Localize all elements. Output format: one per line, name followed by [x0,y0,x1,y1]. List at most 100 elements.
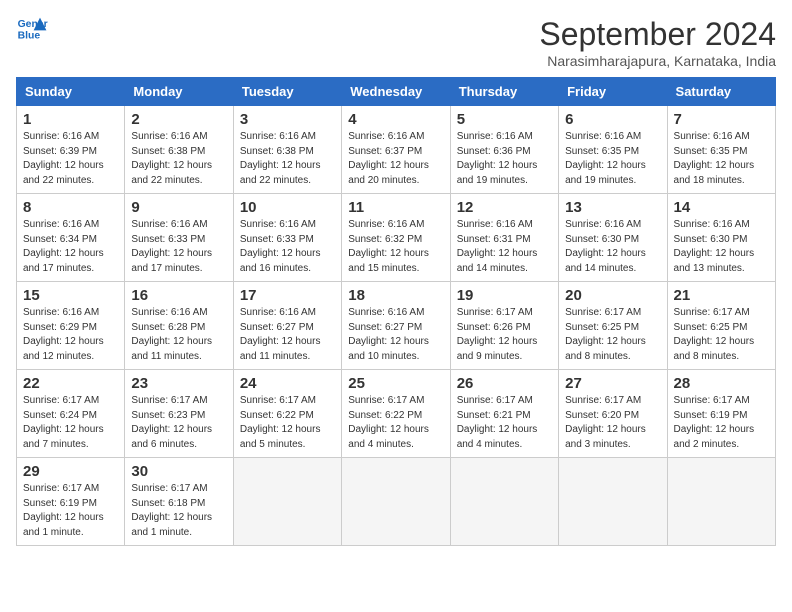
day-number: 5 [457,111,552,128]
sunrise: Sunrise: 6:16 AM [240,219,316,230]
page-header: General Blue September 2024 Narasimharaj… [16,16,776,69]
sunrise: Sunrise: 6:16 AM [131,219,207,230]
day-info: Sunrise: 6:17 AM Sunset: 6:25 PM Dayligh… [565,306,660,364]
day-cell: 29 Sunrise: 6:17 AM Sunset: 6:19 PM Dayl… [17,458,125,546]
day-cell: 30 Sunrise: 6:17 AM Sunset: 6:18 PM Dayl… [125,458,233,546]
day-number: 9 [131,199,226,216]
day-number: 15 [23,287,118,304]
day-number: 2 [131,111,226,128]
sunrise: Sunrise: 6:16 AM [565,131,641,142]
day-cell: 3 Sunrise: 6:16 AM Sunset: 6:38 PM Dayli… [233,106,341,194]
daylight: Daylight: 12 hours and 4 minutes. [348,424,429,450]
sunset: Sunset: 6:37 PM [348,146,422,157]
sunset: Sunset: 6:34 PM [23,234,97,245]
day-number: 21 [674,287,769,304]
daylight: Daylight: 12 hours and 6 minutes. [131,424,212,450]
title-area: September 2024 Narasimharajapura, Karnat… [539,16,776,69]
header-cell-sunday: Sunday [17,78,125,106]
sunset: Sunset: 6:35 PM [565,146,639,157]
daylight: Daylight: 12 hours and 11 minutes. [240,336,321,362]
day-cell: 22 Sunrise: 6:17 AM Sunset: 6:24 PM Dayl… [17,370,125,458]
day-info: Sunrise: 6:16 AM Sunset: 6:33 PM Dayligh… [131,218,226,276]
day-info: Sunrise: 6:16 AM Sunset: 6:27 PM Dayligh… [240,306,335,364]
day-info: Sunrise: 6:16 AM Sunset: 6:35 PM Dayligh… [674,130,769,188]
day-info: Sunrise: 6:17 AM Sunset: 6:24 PM Dayligh… [23,394,118,452]
day-info: Sunrise: 6:17 AM Sunset: 6:19 PM Dayligh… [674,394,769,452]
day-cell: 20 Sunrise: 6:17 AM Sunset: 6:25 PM Dayl… [559,282,667,370]
daylight: Daylight: 12 hours and 22 minutes. [131,160,212,186]
sunrise: Sunrise: 6:17 AM [23,395,99,406]
sunset: Sunset: 6:31 PM [457,234,531,245]
sunset: Sunset: 6:30 PM [565,234,639,245]
sunrise: Sunrise: 6:16 AM [457,131,533,142]
day-number: 26 [457,375,552,392]
sunrise: Sunrise: 6:16 AM [23,307,99,318]
day-info: Sunrise: 6:17 AM Sunset: 6:26 PM Dayligh… [457,306,552,364]
sunrise: Sunrise: 6:16 AM [131,131,207,142]
day-cell: 23 Sunrise: 6:17 AM Sunset: 6:23 PM Dayl… [125,370,233,458]
sunrise: Sunrise: 6:16 AM [348,131,424,142]
sunset: Sunset: 6:18 PM [131,498,205,509]
day-info: Sunrise: 6:17 AM Sunset: 6:23 PM Dayligh… [131,394,226,452]
day-cell: 24 Sunrise: 6:17 AM Sunset: 6:22 PM Dayl… [233,370,341,458]
sunset: Sunset: 6:35 PM [674,146,748,157]
sunset: Sunset: 6:38 PM [240,146,314,157]
day-number: 30 [131,463,226,480]
sunrise: Sunrise: 6:16 AM [23,219,99,230]
day-cell: 21 Sunrise: 6:17 AM Sunset: 6:25 PM Dayl… [667,282,775,370]
day-number: 10 [240,199,335,216]
day-number: 25 [348,375,443,392]
day-cell: 17 Sunrise: 6:16 AM Sunset: 6:27 PM Dayl… [233,282,341,370]
day-info: Sunrise: 6:17 AM Sunset: 6:25 PM Dayligh… [674,306,769,364]
day-cell: 10 Sunrise: 6:16 AM Sunset: 6:33 PM Dayl… [233,194,341,282]
sunset: Sunset: 6:39 PM [23,146,97,157]
day-number: 22 [23,375,118,392]
daylight: Daylight: 12 hours and 17 minutes. [131,248,212,274]
day-number: 18 [348,287,443,304]
sunset: Sunset: 6:30 PM [674,234,748,245]
sunset: Sunset: 6:23 PM [131,410,205,421]
sunrise: Sunrise: 6:16 AM [240,131,316,142]
week-row-1: 1 Sunrise: 6:16 AM Sunset: 6:39 PM Dayli… [17,106,776,194]
daylight: Daylight: 12 hours and 19 minutes. [457,160,538,186]
sunrise: Sunrise: 6:17 AM [457,395,533,406]
day-info: Sunrise: 6:16 AM Sunset: 6:35 PM Dayligh… [565,130,660,188]
sunset: Sunset: 6:20 PM [565,410,639,421]
day-info: Sunrise: 6:17 AM Sunset: 6:19 PM Dayligh… [23,482,118,540]
sunset: Sunset: 6:19 PM [23,498,97,509]
day-info: Sunrise: 6:16 AM Sunset: 6:38 PM Dayligh… [131,130,226,188]
header-cell-thursday: Thursday [450,78,558,106]
daylight: Daylight: 12 hours and 10 minutes. [348,336,429,362]
sunrise: Sunrise: 6:17 AM [240,395,316,406]
day-info: Sunrise: 6:16 AM Sunset: 6:37 PM Dayligh… [348,130,443,188]
day-cell [667,458,775,546]
day-info: Sunrise: 6:16 AM Sunset: 6:36 PM Dayligh… [457,130,552,188]
daylight: Daylight: 12 hours and 13 minutes. [674,248,755,274]
daylight: Daylight: 12 hours and 3 minutes. [565,424,646,450]
header-cell-friday: Friday [559,78,667,106]
day-cell: 14 Sunrise: 6:16 AM Sunset: 6:30 PM Dayl… [667,194,775,282]
daylight: Daylight: 12 hours and 8 minutes. [565,336,646,362]
day-cell: 7 Sunrise: 6:16 AM Sunset: 6:35 PM Dayli… [667,106,775,194]
sunset: Sunset: 6:22 PM [348,410,422,421]
header-cell-monday: Monday [125,78,233,106]
day-number: 11 [348,199,443,216]
day-cell: 6 Sunrise: 6:16 AM Sunset: 6:35 PM Dayli… [559,106,667,194]
daylight: Daylight: 12 hours and 1 minute. [131,512,212,538]
day-cell: 2 Sunrise: 6:16 AM Sunset: 6:38 PM Dayli… [125,106,233,194]
sunrise: Sunrise: 6:16 AM [348,307,424,318]
sunrise: Sunrise: 6:16 AM [23,131,99,142]
logo: General Blue [16,16,48,44]
sunrise: Sunrise: 6:17 AM [674,307,750,318]
sunset: Sunset: 6:28 PM [131,322,205,333]
sunrise: Sunrise: 6:17 AM [674,395,750,406]
day-cell: 12 Sunrise: 6:16 AM Sunset: 6:31 PM Dayl… [450,194,558,282]
daylight: Daylight: 12 hours and 19 minutes. [565,160,646,186]
daylight: Daylight: 12 hours and 11 minutes. [131,336,212,362]
calendar-table: SundayMondayTuesdayWednesdayThursdayFrid… [16,77,776,546]
day-number: 20 [565,287,660,304]
day-number: 29 [23,463,118,480]
sunrise: Sunrise: 6:17 AM [348,395,424,406]
daylight: Daylight: 12 hours and 12 minutes. [23,336,104,362]
daylight: Daylight: 12 hours and 15 minutes. [348,248,429,274]
